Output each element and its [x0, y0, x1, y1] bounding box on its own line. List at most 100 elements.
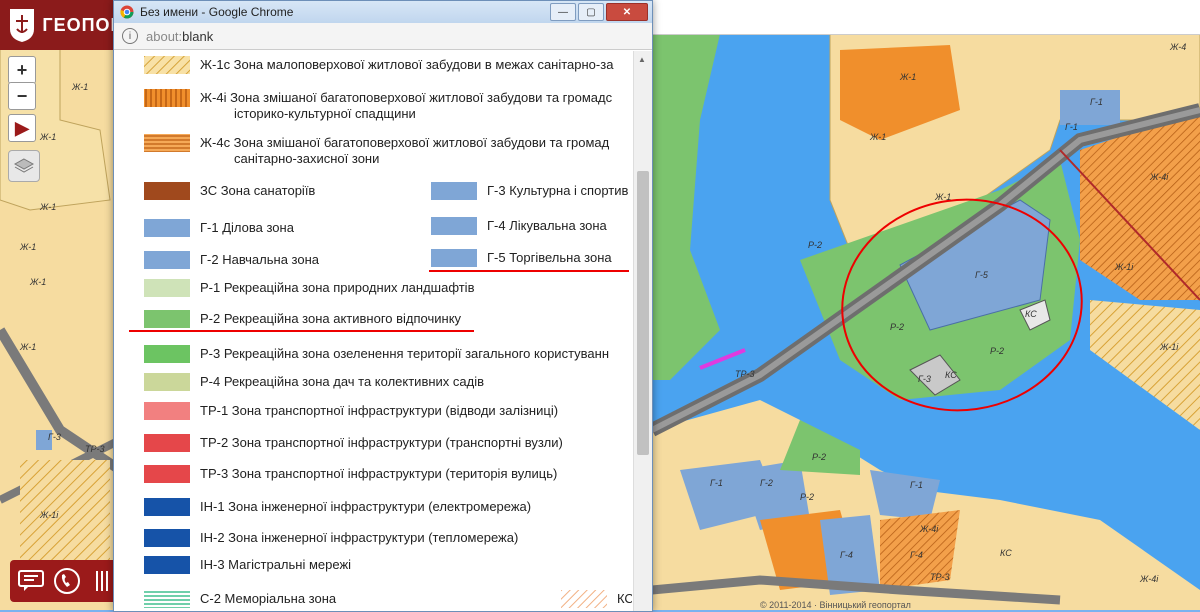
- legend-swatch: [144, 134, 190, 152]
- app-title: ГЕОПОРТ: [42, 14, 120, 35]
- map-zone-label: Г-1: [1065, 122, 1078, 132]
- legend-item: Р-2 Рекреаційна зона активного відпочинк…: [144, 310, 461, 328]
- phone-icon[interactable]: [52, 566, 82, 596]
- legend-item: Р-1 Рекреаційна зона природних ландшафті…: [144, 279, 474, 297]
- legend-swatch: [561, 590, 607, 608]
- map-zone-label: Ж-1: [934, 192, 951, 202]
- legend-item: Г-3 Культурна і спортив: [431, 182, 628, 200]
- address-bar[interactable]: i about: blank: [114, 23, 652, 50]
- scrollbar-thumb[interactable]: [637, 171, 649, 455]
- legend-item: Ж-4і Зона змішаної багатоповерхової житл…: [144, 89, 613, 121]
- legend-item: ТР-2 Зона транспортної інфраструктури (т…: [144, 434, 563, 452]
- legend-label: ІН-1 Зона інженерної інфраструктури (еле…: [200, 499, 532, 514]
- legend-label: ЗС Зона санаторіїв: [200, 183, 316, 198]
- map-zone-label: Ж-1: [71, 82, 88, 92]
- map-zone-label: Ж-4і: [919, 524, 939, 534]
- legend-swatch: [431, 249, 477, 267]
- legend-label: Р-3 Рекреаційна зона озеленення територі…: [200, 346, 610, 361]
- legend-item: С-2 Меморіальна зона: [144, 590, 336, 608]
- legend-item: ІН-2 Зона інженерної інфраструктури (теп…: [144, 529, 518, 547]
- legend-item: КС: [561, 590, 632, 608]
- popup-scrollbar[interactable]: ▲: [633, 51, 652, 611]
- legend-content: Ж-1с Зона малоповерхової житлової забудо…: [114, 51, 632, 611]
- legend-swatch: [144, 182, 190, 200]
- legend-label: Г-5 Торгівельна зона: [487, 250, 612, 265]
- legend-swatch: [144, 498, 190, 516]
- scroll-up-icon[interactable]: ▲: [638, 55, 646, 64]
- legend-swatch: [431, 182, 477, 200]
- map-zone-label: Ж-1і: [1114, 262, 1134, 272]
- legend-label: ТР-1 Зона транспортної інфраструктури (в…: [200, 403, 559, 418]
- legend-swatch: [144, 529, 190, 547]
- legend-item: Р-4 Рекреаційна зона дач та колективних …: [144, 373, 484, 391]
- legend-item: Р-3 Рекреаційна зона озеленення територі…: [144, 345, 609, 363]
- map-zone-label: Ж-4і: [1139, 574, 1159, 584]
- map-zone-label: ТР-3: [930, 572, 950, 582]
- legend-item: ІН-1 Зона інженерної інфраструктури (еле…: [144, 498, 531, 516]
- map-zone-label: Р-2: [990, 346, 1004, 356]
- map-zone-label: КС: [1025, 309, 1037, 319]
- highlight-underline-g5: [429, 270, 629, 272]
- map-zone-label: Ж-1: [899, 72, 916, 82]
- legend-label: ІН-2 Зона інженерної інфраструктури (теп…: [200, 530, 519, 545]
- legend-item: ЗС Зона санаторіїв: [144, 182, 315, 200]
- legend-popup-window: Без имени - Google Chrome — ▢ ✕ i about:…: [113, 0, 653, 612]
- legend-label: Р-4 Рекреаційна зона дач та колективних …: [200, 374, 485, 389]
- legend-label-continuation: санітарно-захисної зони: [234, 151, 380, 166]
- map-zone-label: Г-4: [840, 550, 853, 560]
- legend-label: ТР-3 Зона транспортної інфраструктури (т…: [200, 466, 558, 481]
- zoom-out-button[interactable]: −: [8, 82, 36, 110]
- legend-swatch: [144, 590, 190, 608]
- legend-item: Ж-1с Зона малоповерхової житлової забудо…: [144, 56, 613, 74]
- legend-swatch: [144, 345, 190, 363]
- legend-label: Г-3 Культурна і спортив: [487, 183, 629, 198]
- zoom-in-button[interactable]: +: [8, 56, 36, 84]
- city-coat-of-arms-icon: [8, 5, 36, 45]
- legend-swatch: [144, 465, 190, 483]
- background-browser-toolbar: [652, 0, 1200, 35]
- legend-swatch: [144, 373, 190, 391]
- map-zone-label: КС: [1000, 548, 1012, 558]
- map-zone-label: КС: [945, 370, 957, 380]
- map-zone-label: ТР-3: [735, 369, 755, 379]
- bottom-toolbar: [10, 560, 126, 602]
- play-icon[interactable]: ▶: [8, 114, 36, 142]
- maximize-button[interactable]: ▢: [578, 3, 604, 21]
- legend-label: Г-2 Навчальна зона: [200, 252, 319, 267]
- map-zone-label: ТР-3: [85, 444, 105, 454]
- legend-swatch: [144, 251, 190, 269]
- address-prefix: about:: [146, 28, 183, 44]
- legend-swatch: [144, 434, 190, 452]
- page-info-icon[interactable]: i: [122, 28, 138, 44]
- legend-item: Г-1 Ділова зона: [144, 219, 294, 237]
- window-title: Без имени - Google Chrome: [140, 5, 294, 19]
- map-zone-label: Г-1: [710, 478, 723, 488]
- map-zone-label: Г-1: [1090, 97, 1103, 107]
- legend-item: ТР-1 Зона транспортної інфраструктури (в…: [144, 402, 558, 420]
- legend-label: Ж-4і Зона змішаної багатоповерхової житл…: [200, 90, 613, 105]
- legend-swatch: [431, 217, 477, 235]
- legend-swatch: [144, 219, 190, 237]
- map-zone-label: Ж-4і: [1149, 172, 1169, 182]
- map-zone-label: Г-4: [910, 550, 923, 560]
- map-zone-label: Ж-1: [39, 202, 56, 212]
- window-titlebar[interactable]: Без имени - Google Chrome — ▢ ✕: [114, 1, 652, 23]
- minimize-button[interactable]: —: [550, 3, 576, 21]
- app-header: ГЕОПОРТ: [0, 0, 120, 50]
- legend-label: Р-1 Рекреаційна зона природних ландшафті…: [200, 280, 475, 295]
- map-zone-label: Ж-1: [19, 242, 36, 252]
- map-zone-label: Р-2: [890, 322, 904, 332]
- map-zone-label: Г-2: [760, 478, 773, 488]
- map-copyright: © 2011-2014 · Вінницький геопортал: [760, 600, 911, 610]
- legend-swatch: [144, 89, 190, 107]
- legend-item: Г-4 Лікувальна зона: [431, 217, 607, 235]
- close-button[interactable]: ✕: [606, 3, 648, 21]
- highlight-underline-r2: [129, 330, 474, 332]
- legend-item: Ж-4с Зона змішаної багатоповерхової житл…: [144, 134, 609, 166]
- legend-swatch: [144, 402, 190, 420]
- chat-icon[interactable]: [16, 566, 46, 596]
- legend-label: Р-2 Рекреаційна зона активного відпочинк…: [200, 311, 462, 326]
- legend-label-continuation: історико-культурної спадщини: [234, 106, 416, 121]
- layers-icon[interactable]: [8, 150, 40, 182]
- legend-label: Г-4 Лікувальна зона: [487, 218, 607, 233]
